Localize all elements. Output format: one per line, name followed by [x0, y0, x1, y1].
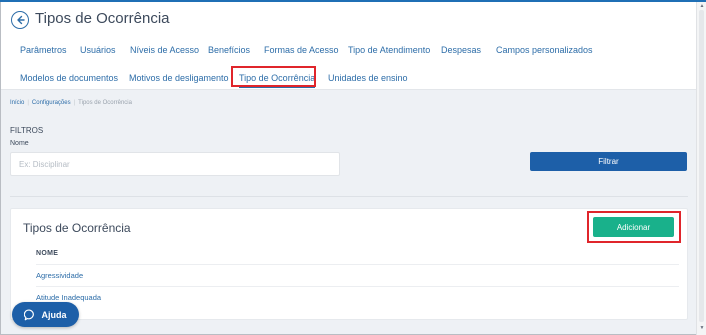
name-filter-input[interactable] — [10, 152, 340, 176]
table-row-link[interactable]: Atitude Inadequada — [36, 293, 101, 302]
tab-motivos-de-desligamento[interactable]: Motivos de desligamento — [129, 73, 229, 83]
name-field-label: Nome — [10, 140, 29, 147]
tab-tipo-de-atendimento[interactable]: Tipo de Atendimento — [348, 45, 430, 55]
breadcrumb-configuracoes[interactable]: Configurações — [32, 100, 71, 106]
filters-heading: FILTROS — [10, 126, 44, 135]
page-header: Tipos de Ocorrência Parâmetros Usuários … — [1, 2, 696, 90]
help-button[interactable]: Ajuda — [12, 302, 79, 327]
section-divider — [10, 196, 688, 197]
tab-modelos-de-documentos[interactable]: Modelos de documentos — [20, 73, 118, 83]
page-title: Tipos de Ocorrência — [35, 10, 170, 27]
highlight-add-button — [587, 211, 681, 243]
chat-bubble-icon — [24, 309, 35, 320]
column-header-nome: NOME — [36, 250, 59, 257]
list-title: Tipos de Ocorrência — [23, 221, 131, 235]
tab-campos-personalizados[interactable]: Campos personalizados — [496, 45, 593, 55]
tab-unidades-de-ensino[interactable]: Unidades de ensino — [328, 73, 408, 83]
table-row-divider — [36, 264, 679, 265]
breadcrumb-inicio[interactable]: Início — [10, 100, 24, 106]
tab-beneficios[interactable]: Benefícios — [208, 45, 250, 55]
vertical-scrollbar[interactable]: ▲ ▼ — [696, 2, 706, 335]
scroll-down-icon[interactable]: ▼ — [699, 325, 705, 331]
breadcrumb-current: Tipos de Ocorrência — [78, 100, 132, 106]
scroll-up-icon[interactable]: ▲ — [699, 3, 705, 9]
tab-formas-de-acesso[interactable]: Formas de Acesso — [264, 45, 339, 55]
breadcrumb-separator: | — [27, 100, 29, 106]
table-row-divider — [36, 286, 679, 287]
tab-parametros[interactable]: Parâmetros — [20, 45, 67, 55]
highlight-tab-tipo-de-ocorrencia — [231, 66, 316, 87]
back-arrow-icon[interactable] — [11, 11, 29, 29]
table-row-link[interactable]: Agressividade — [36, 271, 83, 280]
help-label: Ajuda — [41, 309, 67, 320]
breadcrumb-separator: | — [73, 100, 76, 106]
tab-despesas[interactable]: Despesas — [441, 45, 481, 55]
filter-button[interactable]: Filtrar — [530, 152, 687, 171]
tab-usuarios[interactable]: Usuários — [80, 45, 116, 55]
scrollbar-thumb[interactable] — [699, 10, 704, 322]
breadcrumb: Início | Configurações | Tipos de Ocorrência — [10, 100, 132, 106]
tab-niveis-de-acesso[interactable]: Níveis de Acesso — [130, 45, 199, 55]
